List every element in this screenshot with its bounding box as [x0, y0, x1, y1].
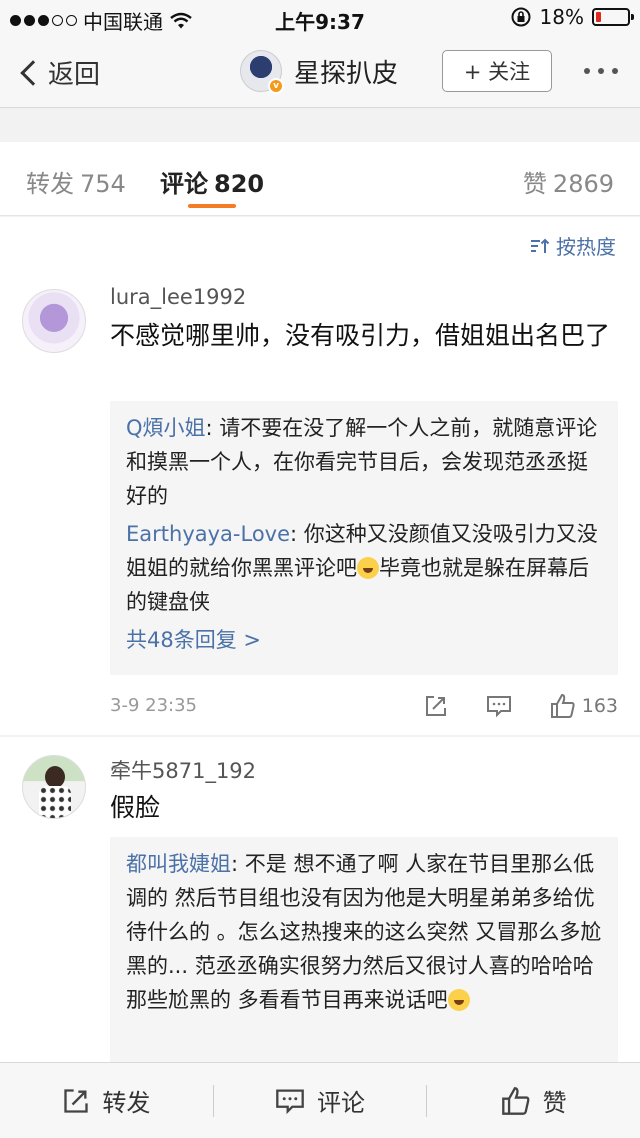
lock-rotation-icon	[511, 7, 531, 27]
bottom-toolbar: 转发 评论 赞	[0, 1062, 640, 1138]
battery-percent: 18%	[539, 5, 584, 29]
repost-button[interactable]	[424, 694, 448, 718]
comment-actions: 163	[424, 693, 618, 719]
comment-text: 假脸	[110, 793, 161, 822]
bottom-repost-label: 转发	[102, 1089, 151, 1117]
comment-username[interactable]: 牵牛5871_192	[110, 755, 256, 785]
back-chevron-icon	[20, 59, 46, 86]
repost-icon	[425, 696, 446, 716]
status-bar: 中国联通 上午9:37 18%	[0, 0, 640, 36]
sort-by-hot-button[interactable]: 按热度	[530, 231, 616, 260]
bottom-comment-button[interactable]: 评论	[214, 1063, 427, 1138]
reply-box[interactable]: Q煩小姐: 请不要在没了解一个人之前，就随意评论和摸黑一个人，在你看完节目后，会…	[110, 401, 618, 675]
like-icon	[501, 1086, 530, 1115]
page-title: 星探扒皮	[294, 58, 399, 89]
reply-username[interactable]: Q煩小姐	[126, 416, 206, 440]
avatar[interactable]: v	[240, 50, 284, 94]
comment-username[interactable]: lura_lee1992	[110, 285, 246, 309]
like-count: 163	[581, 695, 618, 717]
sort-label: 按热度	[556, 235, 616, 259]
reply-item: Q煩小姐: 请不要在没了解一个人之前，就随意评论和摸黑一个人，在你看完节目后，会…	[126, 416, 598, 508]
bottom-comment-label: 评论	[317, 1089, 365, 1117]
tab-bar: 转发 754 评论 820 赞 2869	[0, 142, 640, 216]
reply-item: Earthyaya-Love: 你这种又没颜值又没吸引力又没姐姐的就给你黑黑评论…	[126, 522, 598, 614]
comment-button[interactable]	[486, 694, 512, 718]
tab-like-count: 2869	[552, 170, 614, 198]
reply-username[interactable]: 都叫我婕姐	[126, 852, 231, 876]
reply-item: 都叫我婕姐: 不是 想不通了啊 人家在节目里那么低调的 然后节目组也没有因为他是…	[126, 852, 602, 1012]
bottom-repost-button[interactable]: 转发	[0, 1063, 213, 1138]
comment-item: 牵牛5871_192 假脸 都叫我婕姐: 不是 想不通了啊 人家在节目里那么低调…	[0, 737, 640, 1062]
tab-comment-count: 820	[214, 170, 265, 198]
profile-header[interactable]: v 星探扒皮	[240, 50, 399, 94]
bottom-like-button[interactable]: 赞	[427, 1063, 640, 1138]
battery-icon	[592, 8, 634, 26]
avatar[interactable]	[22, 289, 86, 353]
tab-comment[interactable]: 评论 820	[160, 164, 264, 199]
tab-like[interactable]: 赞 2869	[523, 164, 614, 199]
more-icon[interactable]	[584, 68, 618, 74]
shocked-emoji-icon	[357, 557, 379, 579]
comment-icon	[276, 1088, 304, 1114]
more-replies-link[interactable]: 共48条回复 >	[126, 623, 602, 657]
comment-icon	[486, 696, 511, 718]
tab-comment-label: 评论	[160, 170, 208, 198]
like-button[interactable]: 163	[550, 693, 618, 719]
tab-repost-label: 转发	[26, 170, 74, 198]
like-icon	[550, 693, 575, 718]
tab-repost-count: 754	[80, 170, 126, 198]
laughing-emoji-icon	[447, 989, 470, 1011]
reply-text: 不是 想不通了啊 人家在节目里那么低调的 然后节目组也没有因为他是大明星弟弟多给…	[126, 852, 602, 1012]
tab-like-label: 赞	[522, 170, 547, 198]
back-label: 返回	[48, 60, 101, 90]
follow-button[interactable]: + 关注	[442, 50, 552, 92]
active-tab-indicator	[188, 204, 236, 208]
status-right: 18%	[510, 5, 634, 29]
verified-badge-icon: v	[268, 78, 284, 94]
nav-bar: 返回 v 星探扒皮 + 关注	[0, 36, 640, 108]
sort-bar: 按热度	[0, 217, 640, 269]
tab-repost[interactable]: 转发 754	[26, 164, 126, 199]
back-button[interactable]: 返回	[18, 54, 100, 91]
sort-icon	[531, 238, 550, 253]
reply-box[interactable]: 都叫我婕姐: 不是 想不通了啊 人家在节目里那么低调的 然后节目组也没有因为他是…	[110, 837, 618, 1062]
repost-icon	[64, 1088, 88, 1113]
comment-text: 不感觉哪里帅，没有吸引力，借姐姐出名巴了	[110, 321, 611, 350]
comment-item: lura_lee1992 不感觉哪里帅，没有吸引力，借姐姐出名巴了 Q煩小姐: …	[0, 269, 640, 735]
comment-timestamp: 3-9 23:35	[110, 695, 197, 716]
bottom-like-label: 赞	[542, 1089, 567, 1117]
avatar[interactable]	[22, 755, 86, 819]
reply-username[interactable]: Earthyaya-Love	[126, 522, 290, 546]
